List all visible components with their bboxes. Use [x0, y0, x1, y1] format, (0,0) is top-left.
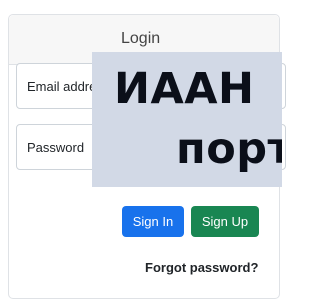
overlay-text-line-1: ИААН [114, 64, 255, 114]
overlay-text-line-2: порт [176, 124, 282, 174]
sign-in-button[interactable]: Sign In [122, 206, 184, 237]
sign-up-button[interactable]: Sign Up [191, 206, 259, 237]
page-title: Login [121, 30, 161, 47]
forgot-password-link[interactable]: Forgot password? [145, 260, 258, 275]
overlay-banner: ИААН порт [92, 52, 282, 187]
